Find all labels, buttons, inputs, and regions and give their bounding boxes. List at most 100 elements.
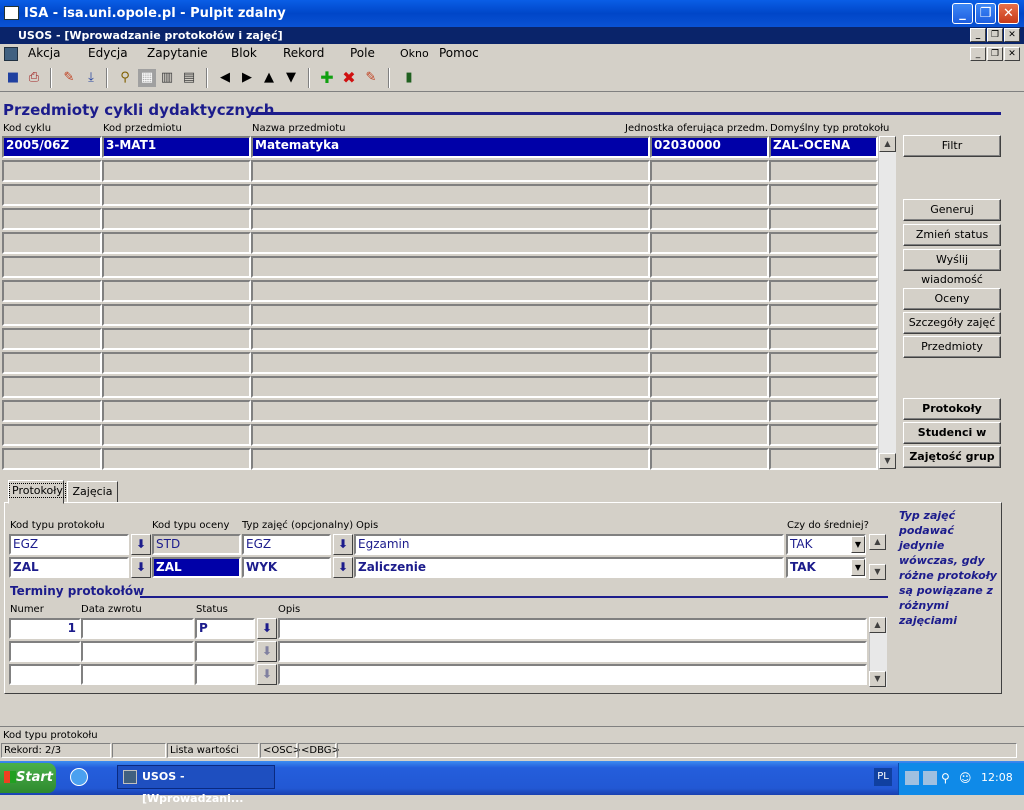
edit-icon[interactable]: ✎ (60, 69, 78, 87)
studenci-button[interactable]: Studenci w grp. (903, 422, 1001, 459)
save-icon[interactable]: ■ (4, 69, 22, 87)
field-numer[interactable] (9, 641, 81, 662)
field-kod-typu-oceny[interactable]: STD (152, 534, 241, 555)
grid-cell[interactable] (251, 280, 650, 302)
grid-cell[interactable] (769, 376, 878, 398)
doc-restore-button[interactable]: ❐ (987, 47, 1003, 61)
lov-download-icon[interactable]: ⬇ (333, 557, 353, 578)
grid-cell[interactable] (650, 256, 769, 278)
field-numer[interactable] (9, 664, 81, 685)
scroll-up-icon[interactable]: ▲ (879, 136, 896, 152)
lov-download-icon[interactable]: ⬇ (131, 534, 151, 555)
field-status[interactable] (195, 641, 255, 662)
menu-akcja[interactable]: Akcja (28, 46, 60, 60)
minimize-button[interactable]: _ (952, 3, 973, 24)
menu-pole[interactable]: Pole (350, 46, 375, 60)
oceny-button[interactable]: Oceny (903, 288, 1001, 310)
grid-cell[interactable] (650, 376, 769, 398)
lov-download-icon[interactable]: ⬇ (257, 641, 277, 662)
grid-cell[interactable] (769, 304, 878, 326)
field-opis[interactable]: Zaliczenie (354, 557, 784, 578)
grid-cell[interactable] (769, 160, 878, 182)
grid-cell[interactable] (2, 328, 102, 350)
cell-jednostka[interactable]: 02030000 (650, 136, 769, 158)
app-menu-icon[interactable] (4, 47, 18, 61)
grid-cell[interactable] (251, 304, 650, 326)
menu-edycja[interactable]: Edycja (88, 46, 128, 60)
grid-cell[interactable] (769, 256, 878, 278)
doc-close-button[interactable]: ✕ (1004, 47, 1020, 61)
filtr-button[interactable]: Filtr (903, 135, 1001, 157)
przedmioty-button[interactable]: Przedmioty (903, 336, 1001, 358)
zajetosc-grup-button[interactable]: Zajętość grup (903, 446, 1001, 468)
lov-download-icon[interactable]: ⬇ (131, 557, 151, 578)
grid-cell[interactable] (769, 448, 878, 470)
scroll-down-icon[interactable]: ▼ (879, 453, 896, 469)
query-icon[interactable]: ⚲ (116, 69, 134, 87)
grid-cell[interactable] (769, 208, 878, 230)
clear-record-icon[interactable]: ✎ (362, 69, 380, 87)
field-data-zwrotu[interactable] (81, 664, 194, 685)
grid-cell[interactable] (2, 256, 102, 278)
next-icon[interactable]: ▶ (238, 69, 256, 87)
taskbar-usos-task[interactable]: USOS - [Wprowadzani... (117, 765, 275, 805)
grid-cell[interactable] (650, 280, 769, 302)
grid-cell[interactable] (2, 208, 102, 230)
grid-cell[interactable] (2, 280, 102, 302)
network-icon[interactable] (905, 771, 919, 785)
grid-cell[interactable] (769, 352, 878, 374)
field-kod-typu-protokolu[interactable]: ZAL (9, 557, 129, 578)
grid-cell[interactable] (650, 424, 769, 446)
lov-download-icon[interactable]: ⬇ (257, 664, 277, 685)
zmien-status-button[interactable]: Zmień status prot. (903, 224, 1001, 261)
grid-cell[interactable] (2, 184, 102, 206)
field-data-zwrotu[interactable] (81, 618, 194, 639)
grid-cell[interactable] (769, 280, 878, 302)
field-opis-terminu[interactable] (278, 664, 867, 685)
user-icon[interactable]: ☺ (959, 771, 973, 785)
chevron-down-icon[interactable]: ▼ (851, 536, 865, 553)
network-icon[interactable] (923, 771, 937, 785)
grid-cell[interactable] (102, 376, 251, 398)
doc-minimize-button[interactable]: _ (970, 47, 986, 61)
insert-record-icon[interactable]: ✚ (318, 69, 336, 87)
count-icon[interactable]: ▥ (158, 69, 176, 87)
tab-protokoly[interactable]: Protokoły (8, 480, 66, 504)
execute-query-icon[interactable]: ▦ (138, 69, 156, 87)
cell-nazwa-przedmiotu[interactable]: Matematyka (251, 136, 650, 158)
szczegoly-zajec-button[interactable]: Szczegóły zajęć (903, 312, 1001, 334)
menu-blok[interactable]: Blok (231, 46, 257, 60)
grid-cell[interactable] (769, 424, 878, 446)
grid-cell[interactable] (650, 184, 769, 206)
scroll-down-icon[interactable]: ▼ (869, 564, 886, 580)
grid-cell[interactable] (102, 280, 251, 302)
download-icon[interactable]: ⤓ (82, 69, 100, 87)
scroll-up-icon[interactable]: ▲ (869, 534, 886, 550)
up-icon[interactable]: ▲ (260, 69, 278, 87)
grid-cell[interactable] (2, 160, 102, 182)
internet-explorer-icon[interactable] (70, 768, 88, 786)
grid-cell[interactable] (650, 400, 769, 422)
generuj-protokoly-button[interactable]: Generuj protokoły (903, 199, 1001, 236)
grid-cell[interactable] (102, 424, 251, 446)
grid-cell[interactable] (102, 208, 251, 230)
fetch-icon[interactable]: ▤ (180, 69, 198, 87)
grid-cell[interactable] (650, 232, 769, 254)
tab-zajecia[interactable]: Zajęcia (67, 481, 118, 503)
grid-cell[interactable] (2, 232, 102, 254)
scroll-down-icon[interactable]: ▼ (869, 671, 886, 687)
field-data-zwrotu[interactable] (81, 641, 194, 662)
grid-cell[interactable] (251, 448, 650, 470)
grid-cell[interactable] (2, 448, 102, 470)
down-icon[interactable]: ▼ (282, 69, 300, 87)
grid-cell[interactable] (650, 304, 769, 326)
field-kod-typu-oceny[interactable]: ZAL (152, 557, 241, 578)
cell-typ-protokolu[interactable]: ZAL-OCENA (769, 136, 878, 158)
grid-cell[interactable] (102, 160, 251, 182)
close-button[interactable]: ✕ (998, 3, 1019, 24)
print-icon[interactable]: ⎙ (25, 69, 43, 87)
grid-cell[interactable] (769, 328, 878, 350)
grid-cell[interactable] (102, 448, 251, 470)
restore-button[interactable]: ❐ (975, 3, 996, 24)
app-restore-button[interactable]: ❐ (987, 28, 1003, 42)
